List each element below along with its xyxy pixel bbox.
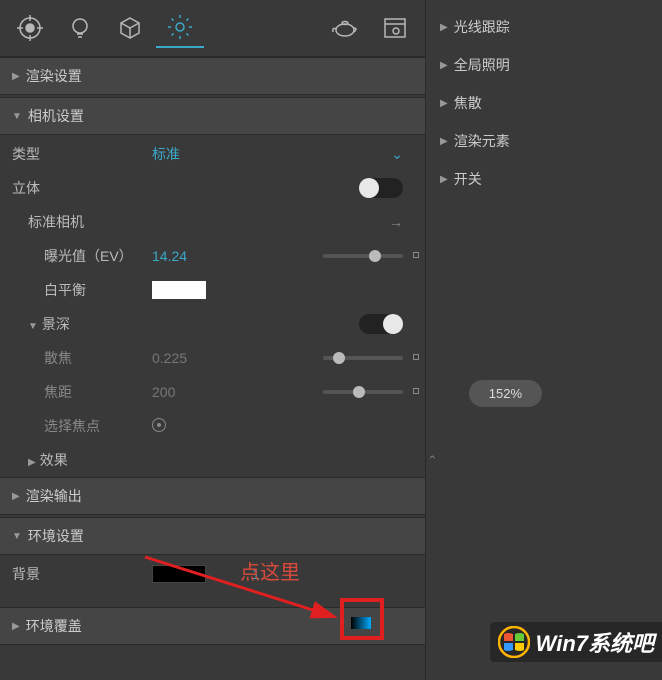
watermark: Win7系统吧 [490,622,662,662]
ev-value: 14.24 [152,248,232,264]
chevron-down-icon: ▼ [12,111,22,122]
row-dof: ▼景深 [0,307,425,341]
section-render-output[interactable]: ▶ 渲染输出 [0,477,425,515]
row-ev: 曝光值（EV） 14.24 [0,239,425,273]
chevron-right-icon: ▶ [12,71,20,82]
dof-label: ▼景深 [12,314,152,334]
row-effects[interactable]: ▶效果 [0,443,425,477]
gradient-map-button[interactable] [350,616,372,630]
toolbar-cube-icon[interactable] [106,8,154,48]
side-item-switch[interactable]: ▶开关 [426,160,662,198]
toolbar-target-icon[interactable] [6,8,54,48]
stereo-label: 立体 [12,178,152,198]
windows-logo-icon [498,626,530,658]
section-env-settings[interactable]: ▼ 环境设置 [0,517,425,555]
chevron-right-icon: ▶ [12,621,20,632]
ev-slider[interactable] [323,254,403,258]
row-stereo: 立体 [0,171,425,205]
row-pick-focus: 选择焦点 [0,409,425,443]
toolbar-gear-icon[interactable] [156,8,204,48]
toolbar-teapot-icon[interactable] [321,8,369,48]
defocus-value: 0.225 [152,350,232,366]
bg-label: 背景 [12,564,152,584]
right-panel: ▶光线跟踪 ▶全局照明 ▶焦散 ▶渲染元素 ▶开关 [426,0,662,680]
defocus-slider[interactable] [323,356,403,360]
row-focal: 焦距 200 [0,375,425,409]
panel-collapse-handle[interactable]: ‹ [426,455,440,459]
side-item-elements[interactable]: ▶渲染元素 [426,122,662,160]
bg-swatch[interactable] [152,565,206,583]
defocus-label: 散焦 [12,348,152,368]
pick-focus-button[interactable] [152,418,166,432]
section-label: 相机设置 [28,106,84,126]
ev-label: 曝光值（EV） [12,246,152,266]
arrow-right-icon[interactable]: → [389,214,403,230]
section-label: 环境覆盖 [26,616,82,636]
focal-label: 焦距 [12,382,152,402]
toolbar [0,0,425,57]
chevron-right-icon: ▶ [12,491,20,502]
focal-value: 200 [152,384,232,400]
side-item-raytrace[interactable]: ▶光线跟踪 [426,8,662,46]
row-defocus: 散焦 0.225 [0,341,425,375]
row-background: 背景 1 [0,557,425,591]
section-label: 渲染输出 [26,486,82,506]
type-label: 类型 [12,144,152,164]
std-camera-label: 标准相机 [12,212,152,232]
toolbar-bulb-icon[interactable] [56,8,104,48]
type-value: 标准 [152,144,232,164]
row-wb: 白平衡 [0,273,425,307]
left-panel: ▶ 渲染设置 ▼ 相机设置 类型 标准 ⌄ 立体 标准相机 → 曝光值（EV） … [0,0,426,680]
zoom-indicator: 152% [469,380,542,407]
effects-label: ▶效果 [12,450,152,470]
side-item-caustics[interactable]: ▶焦散 [426,84,662,122]
row-std-camera: 标准相机 → [0,205,425,239]
stereo-toggle[interactable] [359,178,403,198]
chevron-down-icon: ▼ [12,531,22,542]
dof-toggle[interactable] [359,314,403,334]
wb-label: 白平衡 [12,280,152,300]
toolbar-window-icon[interactable] [371,8,419,48]
side-item-gi[interactable]: ▶全局照明 [426,46,662,84]
section-camera-settings[interactable]: ▼ 相机设置 [0,97,425,135]
pick-focus-label: 选择焦点 [12,416,152,436]
row-type: 类型 标准 ⌄ [0,137,425,171]
dropdown-icon[interactable]: ⌄ [391,146,403,163]
section-label: 环境设置 [28,526,84,546]
watermark-text: Win7系统吧 [536,626,654,658]
focal-slider[interactable] [323,390,403,394]
wb-swatch[interactable] [152,281,206,299]
section-render-settings[interactable]: ▶ 渲染设置 [0,57,425,95]
bg-value: 1 [252,566,260,582]
section-label: 渲染设置 [26,66,82,86]
